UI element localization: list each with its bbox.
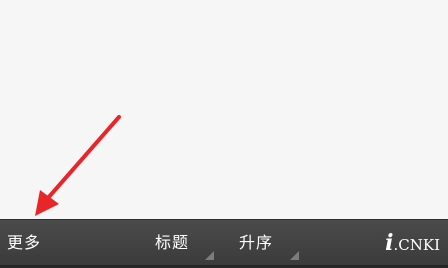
sort-field-dropdown[interactable]: 标题 [155, 233, 189, 253]
logo-cnki: CNKI [398, 236, 440, 254]
sort-order-dropdown[interactable]: 升序 [239, 233, 273, 253]
more-button[interactable]: 更多 [7, 233, 41, 253]
sort-order-dropdown-corner-icon [290, 251, 299, 260]
sort-field-dropdown-corner-icon [205, 251, 214, 260]
bottom-toolbar: 更多 标题 升序 i.CNKI [0, 219, 448, 268]
content-area [0, 0, 448, 219]
icnki-logo: i.CNKI [385, 232, 440, 256]
